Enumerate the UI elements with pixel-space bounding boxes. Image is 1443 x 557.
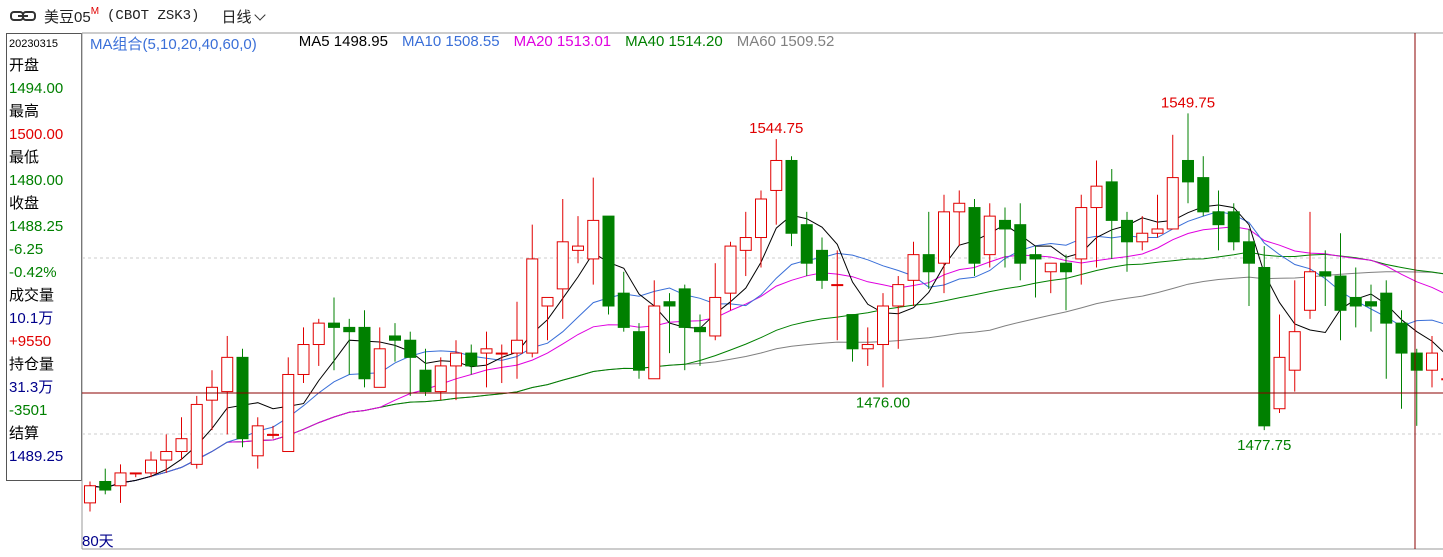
candle-body [328,322,340,328]
candle-body [541,296,554,307]
candle-body [709,296,722,337]
price-annotation: 1544.75 [749,120,803,137]
candle-body [480,348,493,354]
candle-body [236,356,249,440]
candle-body [465,352,478,367]
candle-body [526,258,539,354]
candle-body [114,472,127,487]
candle-body [770,159,783,191]
candle-body [785,159,798,234]
candle-body [1288,331,1301,371]
candle-body [846,314,859,350]
candle-body [373,348,386,388]
candle-body [1319,271,1332,277]
candle-body [1182,159,1194,183]
candle-body [831,284,844,287]
candle-body [175,438,188,453]
candle-body [84,485,96,504]
candle-body [99,480,112,491]
price-annotation: 1476.00 [856,394,910,411]
candle-body [221,356,234,393]
candle-body [800,224,813,264]
candle-body [1349,296,1362,307]
days-label: 80天 [82,533,114,550]
candle-body [892,284,905,307]
candle-body [206,386,218,401]
candle-body [1273,356,1286,410]
price-annotation: 1477.75 [1237,437,1291,454]
candle-body [1136,232,1149,243]
candle-body [1014,224,1027,264]
candle-body [389,335,401,341]
candle-body [312,322,325,346]
candle-body [861,344,874,350]
candle-body [617,292,630,328]
candle-body [1365,301,1377,307]
candle-body [1212,211,1225,226]
candle-body [358,326,371,380]
candle-body [1121,219,1133,243]
candle-body [816,249,828,281]
candle-body [938,211,950,264]
candle-body [602,215,615,307]
candle-body [983,215,996,256]
candle-body [922,254,935,273]
candle-body [724,245,737,294]
candle-body [419,369,432,393]
candle-body [1258,266,1271,427]
candle-body [511,339,523,354]
candle-body [755,198,767,239]
candle-body [907,254,920,281]
candle-body [495,352,508,355]
candle-body [877,305,889,346]
candle-body [1044,262,1057,273]
candle-body [251,425,264,457]
candle-body [633,331,645,371]
candle-body [1243,241,1255,264]
candle-body [1197,177,1210,213]
candle-body [434,365,447,393]
candle-body [129,472,142,475]
candle-body [297,344,310,375]
candle-body [160,451,173,461]
candle-body [1410,352,1423,371]
candle-body [404,339,417,358]
candle-body [678,288,691,328]
candle-body [663,301,676,307]
candle-body [1105,181,1118,221]
candle-body [145,459,157,474]
candle-body [953,202,966,213]
candle-body [1029,254,1042,260]
price-annotation: 1549.75 [1161,94,1215,111]
candle-body [648,305,661,380]
candle-body [999,219,1011,230]
candle-body [572,245,584,251]
candle-body [968,207,981,264]
candle-body [1166,177,1179,230]
candle-body [450,352,462,367]
candle-body [1304,271,1316,311]
candle-body [190,403,203,465]
candle-body [1334,275,1347,311]
candle-body [282,373,295,453]
candle-body [694,326,706,333]
candle-body [587,219,600,260]
candle-body [1227,211,1240,243]
candlestick-chart[interactable]: 1544.75 1549.75 1476.00 1477.75 [0,0,1443,557]
candle-body [556,241,569,290]
candle-body [739,237,752,251]
candle-body [343,326,356,333]
candle-body [267,433,279,436]
candle-body [1075,207,1088,260]
candle-body [1090,185,1103,209]
candle-body [1151,228,1164,234]
candle-body [1060,262,1072,273]
candle-body [1380,292,1393,324]
candle-body [1395,322,1408,354]
candle-body [1426,352,1438,371]
